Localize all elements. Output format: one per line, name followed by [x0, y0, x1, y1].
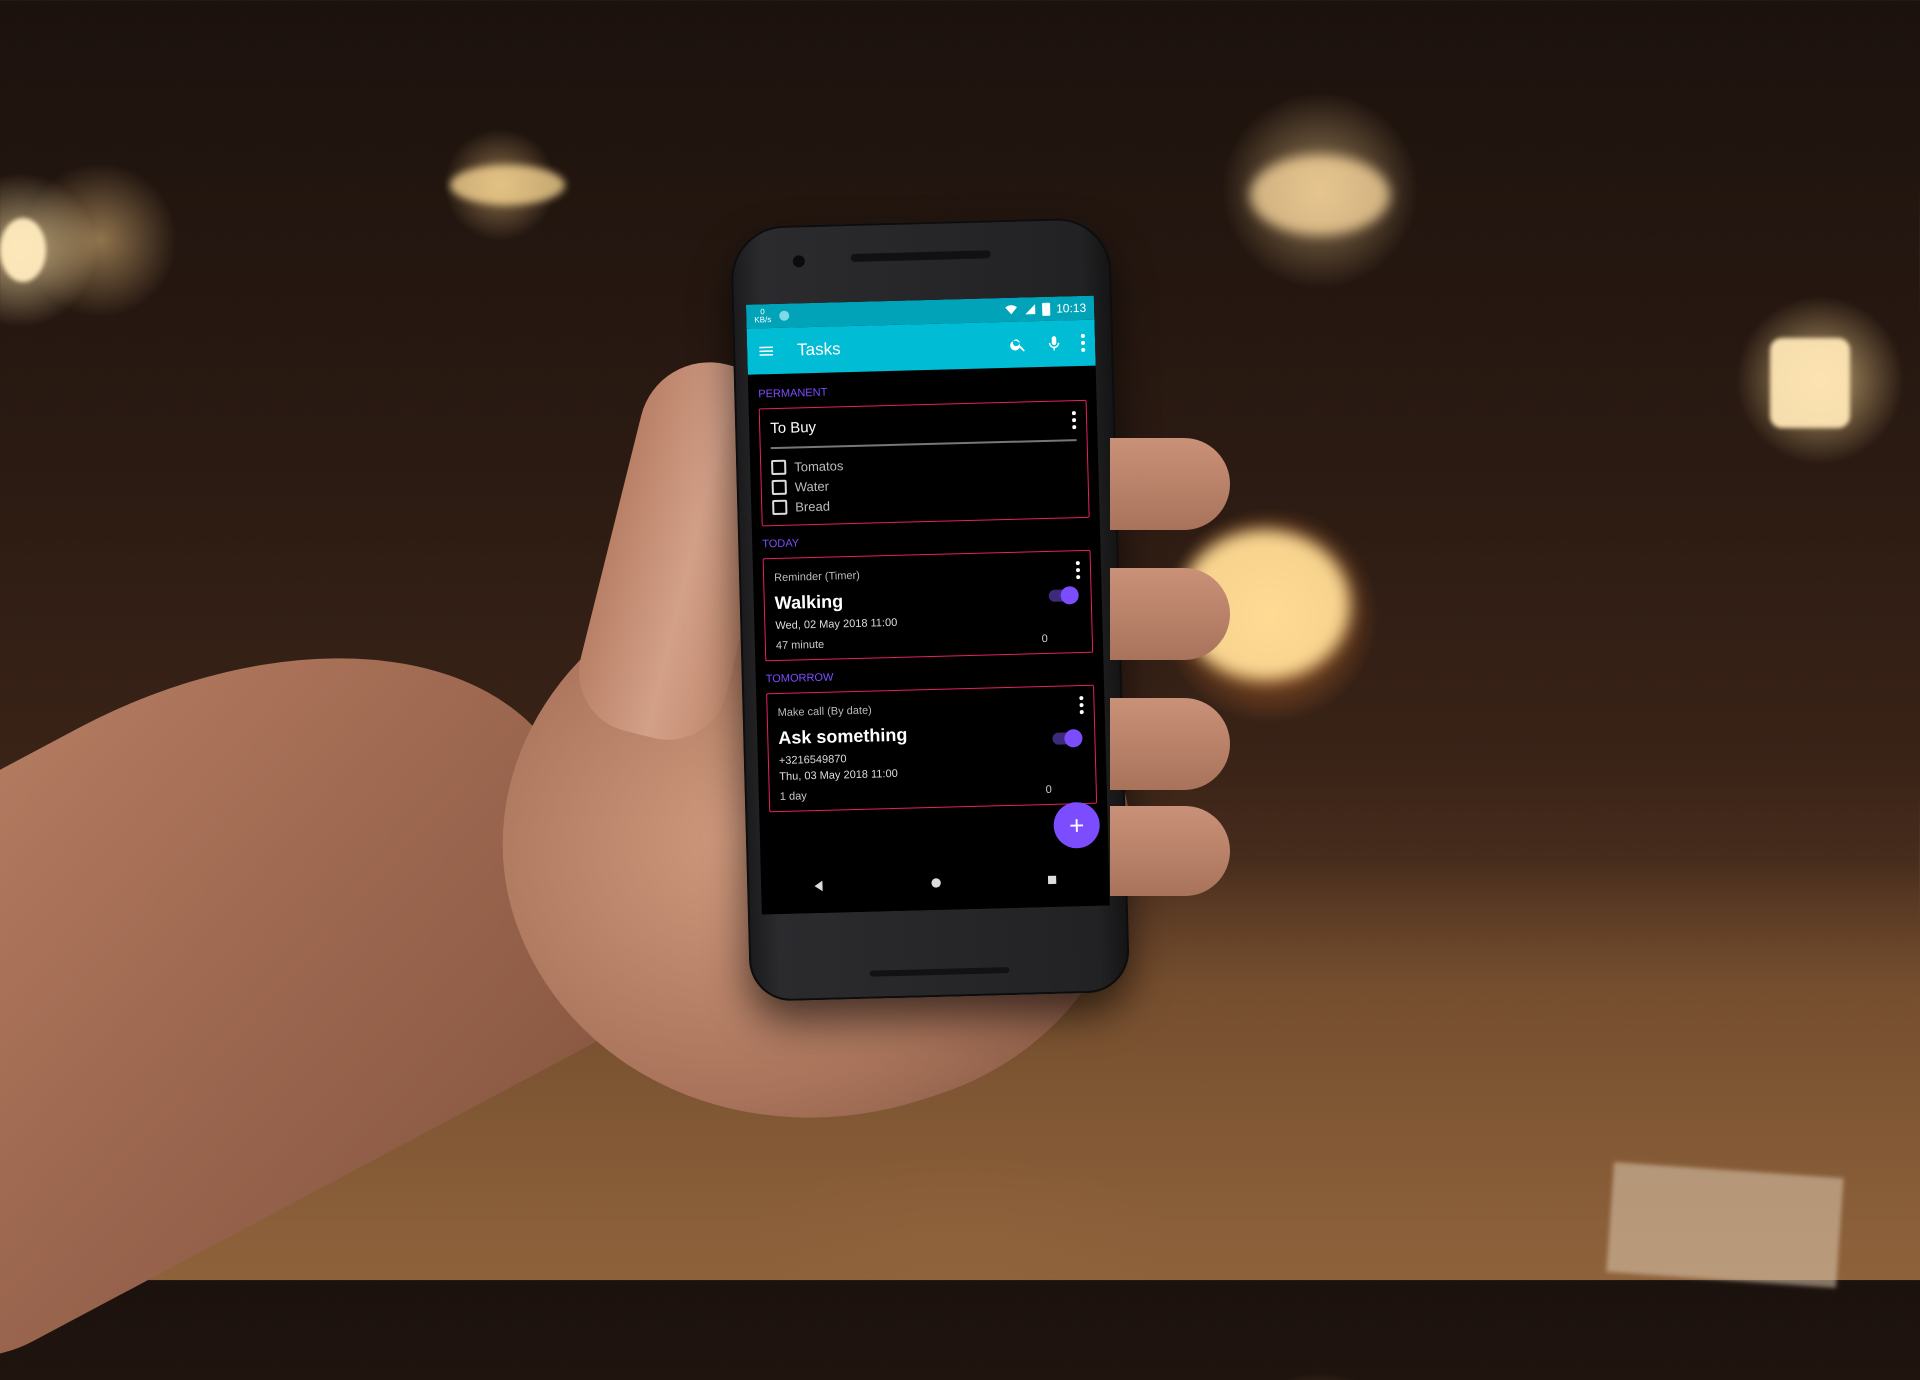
checkbox[interactable]	[771, 479, 787, 495]
today-task-duration: 47 minute	[775, 638, 825, 653]
search-icon[interactable]	[1009, 335, 1027, 353]
today-task-date: Wed, 02 May 2018 11:00	[775, 616, 898, 633]
signal-icon	[1025, 304, 1036, 315]
app-title: Tasks	[796, 339, 841, 360]
phone-camera	[792, 255, 805, 268]
today-task-card[interactable]: Reminder (Timer) Walking Wed, 02 May 201…	[762, 549, 1094, 662]
hand-finger	[1110, 438, 1230, 530]
add-task-button[interactable]: +	[1053, 801, 1101, 849]
background-lights-left	[450, 165, 565, 205]
tomorrow-task-date: Thu, 03 May 2018 11:00	[779, 767, 898, 783]
checklist-label: Water	[794, 478, 830, 494]
phone: 0 KB/s 10:13 Tasks PERMANENT To Buy Toma…	[729, 217, 1131, 1002]
wifi-icon	[1005, 305, 1017, 315]
background-lamp-left	[0, 218, 46, 282]
task-toggle[interactable]	[1048, 586, 1079, 605]
card-menu-icon[interactable]	[1071, 411, 1077, 430]
tomorrow-task-type: Make call (By date)	[777, 704, 872, 720]
more-vert-icon[interactable]	[1080, 333, 1086, 352]
task-toggle[interactable]	[1052, 729, 1083, 748]
section-today: TODAY	[762, 537, 800, 551]
phone-bottom-speaker	[869, 967, 1010, 977]
card-menu-icon[interactable]	[1075, 561, 1081, 580]
section-tomorrow: TOMORROW	[765, 671, 834, 686]
tomorrow-task-duration: 1 day	[779, 790, 807, 803]
background-paper	[1606, 1162, 1844, 1288]
checklist-label: Tomatos	[794, 457, 844, 475]
toggle-knob	[1064, 729, 1083, 748]
mic-icon[interactable]	[1045, 334, 1063, 352]
hand-finger	[1110, 806, 1230, 896]
phone-screen: 0 KB/s 10:13 Tasks PERMANENT To Buy Toma…	[745, 295, 1110, 915]
checkbox[interactable]	[772, 499, 788, 515]
checkbox[interactable]	[771, 459, 787, 475]
shopping-card-title: To Buy	[769, 418, 817, 437]
card-menu-icon[interactable]	[1079, 696, 1084, 715]
checklist-label: Bread	[795, 498, 831, 514]
network-speed-unit: KB/s	[754, 315, 772, 325]
battery-icon	[1041, 302, 1051, 316]
tomorrow-task-count: 0	[1045, 783, 1052, 797]
notification-icon	[779, 310, 790, 321]
back-icon[interactable]	[811, 878, 827, 894]
hand-finger	[1110, 698, 1230, 790]
shopping-card[interactable]: To Buy Tomatos Water Bread	[758, 399, 1090, 527]
status-time: 10:13	[1055, 300, 1087, 316]
background-chandelier	[1250, 155, 1390, 235]
phone-speaker	[850, 250, 991, 262]
home-icon[interactable]	[928, 875, 944, 891]
today-task-count: 0	[1041, 632, 1048, 646]
today-task-title: Walking	[774, 591, 844, 614]
network-speed: 0 KB/s	[754, 307, 772, 325]
hand-finger	[1110, 568, 1230, 660]
today-task-type: Reminder (Timer)	[773, 569, 861, 585]
tomorrow-task-title: Ask something	[778, 724, 908, 749]
system-nav-bar	[760, 851, 1110, 915]
card-divider	[770, 439, 1077, 450]
tomorrow-task-card[interactable]: Make call (By date) Ask something +32165…	[766, 684, 1098, 813]
task-list: PERMANENT To Buy Tomatos Water Bread TOD…	[748, 366, 1107, 813]
background-lamp-right	[1770, 338, 1850, 428]
section-permanent: PERMANENT	[758, 386, 828, 401]
recents-icon[interactable]	[1045, 873, 1059, 887]
menu-icon[interactable]	[757, 342, 775, 360]
